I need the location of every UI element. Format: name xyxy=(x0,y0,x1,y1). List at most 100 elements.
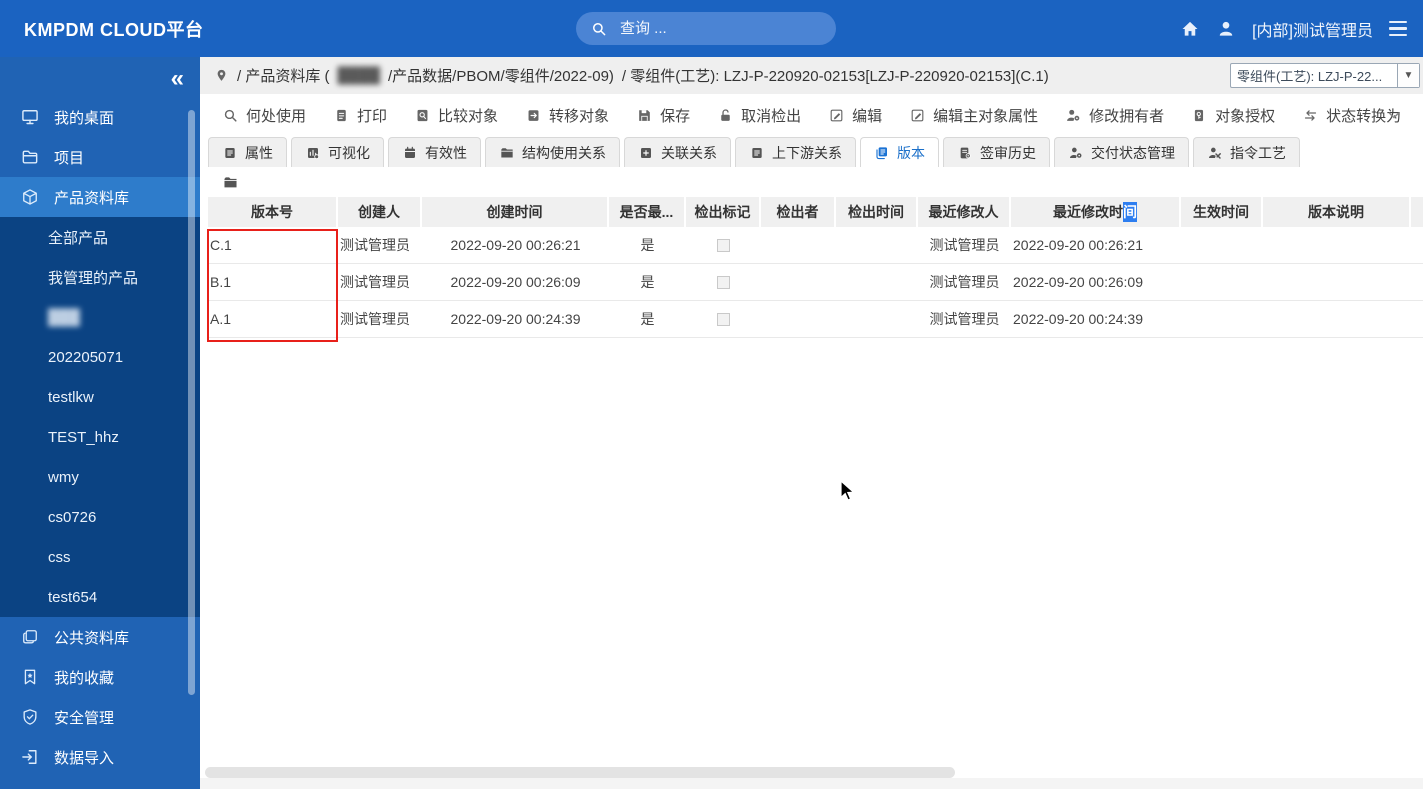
table-row[interactable]: C.1 测试管理员 2022-09-20 00:26:21 是 测试管理员 20… xyxy=(208,227,1423,264)
change-owner-button[interactable]: 修改拥有者 xyxy=(1065,105,1164,126)
col-effective-time[interactable]: 生效时间 xyxy=(1181,197,1263,227)
sidebar-item-projects[interactable]: 项目 xyxy=(0,137,200,177)
col-modifier[interactable]: 最近修改人 xyxy=(918,197,1011,227)
save-icon xyxy=(636,107,653,124)
tab-review-history[interactable]: 签审历史 xyxy=(943,137,1050,167)
cell-modified: 2022-09-20 00:26:21 xyxy=(1011,227,1181,263)
cell-version: A.1 xyxy=(208,301,338,337)
import-icon xyxy=(20,747,40,767)
sidebar-item-data-import[interactable]: 数据导入 xyxy=(0,737,200,777)
chevron-down-icon[interactable]: ▼ xyxy=(1397,64,1419,87)
chevron-down-icon xyxy=(1385,106,1403,124)
toolbar-more-button[interactable] xyxy=(1385,106,1403,129)
sidebar-collapse-icon[interactable]: « xyxy=(171,65,184,93)
folder-icon xyxy=(499,145,515,161)
sidebar-submenu: 全部产品 我管理的产品 ███ 202205071 testlkw TEST_h… xyxy=(0,217,200,617)
object-selector-dropdown[interactable]: 零组件(工艺): LZJ-P-22... ▼ xyxy=(1230,63,1420,88)
global-search[interactable] xyxy=(576,12,836,45)
sidebar-item-label: 项目 xyxy=(54,147,84,168)
sidebar-sub-202205071[interactable]: 202205071 xyxy=(0,337,200,377)
sidebar-sub-testlkw[interactable]: testlkw xyxy=(0,377,200,417)
cell-latest: 是 xyxy=(609,264,686,300)
horizontal-scrollbar[interactable] xyxy=(205,767,955,778)
tab-validity[interactable]: 有效性 xyxy=(388,137,481,167)
tab-delivery-status[interactable]: 交付状态管理 xyxy=(1054,137,1189,167)
edit-master-attributes-button[interactable]: 编辑主对象属性 xyxy=(909,105,1038,126)
tab-version[interactable]: 版本 xyxy=(860,137,939,167)
transfer-object-button[interactable]: 转移对象 xyxy=(525,105,609,126)
col-is-latest[interactable]: 是否最... xyxy=(609,197,686,227)
col-checkout-by[interactable]: 检出者 xyxy=(761,197,836,227)
compare-object-button[interactable]: 比较对象 xyxy=(414,105,498,126)
cell-checkout-mark xyxy=(686,264,761,300)
sidebar-sub-test-hhz[interactable]: TEST_hhz xyxy=(0,417,200,457)
stacked-library-icon xyxy=(20,627,40,647)
sidebar-item-public-library[interactable]: 公共资料库 xyxy=(0,617,200,657)
checkbox[interactable] xyxy=(717,239,730,252)
tab-properties[interactable]: 属性 xyxy=(208,137,287,167)
edit-button[interactable]: 编辑 xyxy=(828,105,882,126)
sidebar-item-security[interactable]: 安全管理 xyxy=(0,697,200,737)
sidebar-sub-wmy[interactable]: wmy xyxy=(0,457,200,497)
cell-checkout-mark xyxy=(686,227,761,263)
cell-modifier: 测试管理员 xyxy=(918,301,1011,337)
object-selector-value: 零组件(工艺): LZJ-P-22... xyxy=(1231,66,1397,85)
col-checkout-mark[interactable]: 检出标记 xyxy=(686,197,761,227)
sidebar-sub-cs0726[interactable]: cs0726 xyxy=(0,497,200,537)
cell-modified: 2022-09-20 00:26:09 xyxy=(1011,264,1181,300)
cancel-checkout-button[interactable]: 取消检出 xyxy=(717,105,801,126)
breadcrumb-path[interactable]: /产品数据/PBOM/零组件/2022-09) xyxy=(388,65,614,86)
col-version-note[interactable]: 版本说明 xyxy=(1263,197,1411,227)
cell-version: C.1 xyxy=(208,227,338,263)
cell-latest: 是 xyxy=(609,301,686,337)
tab-association[interactable]: 关联关系 xyxy=(624,137,731,167)
tab-visualization[interactable]: 可视化 xyxy=(291,137,384,167)
sidebar-sub-css[interactable]: css xyxy=(0,537,200,577)
top-header: KMPDM CLOUD平台 [内部]测试管理员 xyxy=(0,0,1423,57)
user-icon[interactable] xyxy=(1216,19,1236,39)
search-input[interactable] xyxy=(620,20,790,37)
table-row[interactable]: A.1 测试管理员 2022-09-20 00:24:39 是 测试管理员 20… xyxy=(208,301,1423,338)
col-created-time[interactable]: 创建时间 xyxy=(422,197,609,227)
sidebar-sub-all-products[interactable]: 全部产品 xyxy=(0,217,200,257)
sidebar-item-product-library[interactable]: 产品资料库 xyxy=(0,177,200,217)
col-modified-time[interactable]: 最近修改时间 xyxy=(1011,197,1181,227)
save-button[interactable]: 保存 xyxy=(636,105,690,126)
table-row[interactable]: B.1 测试管理员 2022-09-20 00:26:09 是 测试管理员 20… xyxy=(208,264,1423,301)
col-creator[interactable]: 创建人 xyxy=(338,197,422,227)
col-version[interactable]: 版本号 xyxy=(208,197,338,227)
tree-root-row[interactable] xyxy=(200,167,1423,197)
col-checkout-time[interactable]: 检出时间 xyxy=(836,197,918,227)
version-layers-icon xyxy=(874,145,890,161)
cell-creator: 测试管理员 xyxy=(338,227,422,263)
sidebar-item-favorites[interactable]: 我的收藏 xyxy=(0,657,200,697)
breadcrumb-prefix[interactable]: / 产品资料库 ( xyxy=(237,65,330,86)
sidebar-sub-redacted-item[interactable]: ███ xyxy=(0,297,200,337)
object-authorize-button[interactable]: 对象授权 xyxy=(1191,105,1275,126)
cell-creator: 测试管理员 xyxy=(338,301,422,337)
tab-structure-usage[interactable]: 结构使用关系 xyxy=(485,137,620,167)
footer-strip xyxy=(200,778,1423,789)
sidebar-sub-test654[interactable]: test654 xyxy=(0,577,200,617)
cell-effective xyxy=(1181,301,1263,337)
cell-note xyxy=(1263,264,1411,300)
shield-check-icon xyxy=(20,707,40,727)
where-used-button[interactable]: 何处使用 xyxy=(222,105,306,126)
home-icon[interactable] xyxy=(1180,19,1200,39)
cell-checkout-by xyxy=(761,301,836,337)
compare-icon xyxy=(414,107,431,124)
cell-modified: 2022-09-20 00:24:39 xyxy=(1011,301,1181,337)
tab-upstream-downstream[interactable]: 上下游关系 xyxy=(735,137,856,167)
checkbox[interactable] xyxy=(717,313,730,326)
sidebar-sub-my-managed-products[interactable]: 我管理的产品 xyxy=(0,257,200,297)
tab-instruction-process[interactable]: 指令工艺 xyxy=(1193,137,1300,167)
breadcrumb-object[interactable]: / 零组件(工艺): LZJ-P-220920-02153[LZJ-P-2209… xyxy=(622,65,1049,86)
user-wrench-icon xyxy=(1207,145,1223,161)
checkbox[interactable] xyxy=(717,276,730,289)
print-button[interactable]: 打印 xyxy=(333,105,387,126)
sidebar-item-label: 我的桌面 xyxy=(54,107,114,128)
unlock-icon xyxy=(717,107,734,124)
sidebar-item-my-desktop[interactable]: 我的桌面 xyxy=(0,97,200,137)
menu-icon[interactable] xyxy=(1389,21,1407,37)
sidebar-scrollbar[interactable] xyxy=(188,110,195,695)
